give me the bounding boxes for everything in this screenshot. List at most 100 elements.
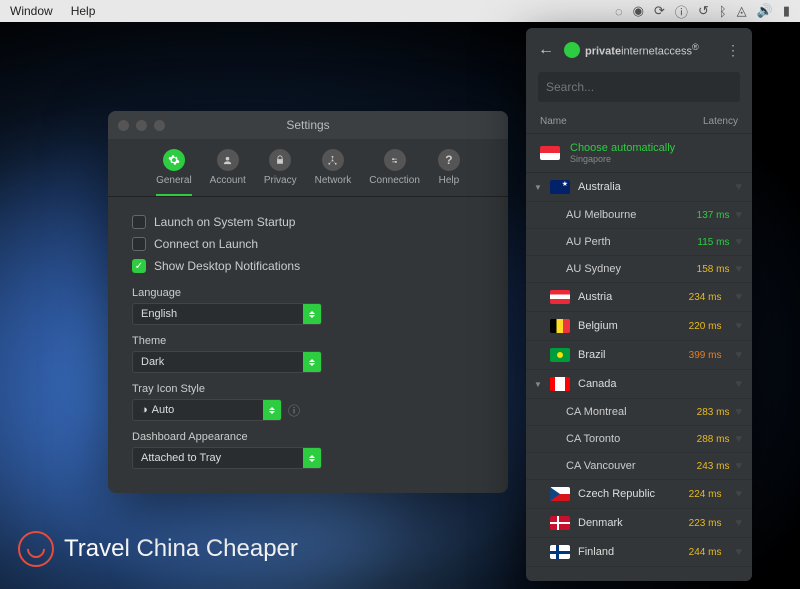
back-arrow-icon[interactable]: ← bbox=[538, 41, 554, 59]
favorite-icon[interactable]: ♥ bbox=[735, 406, 742, 418]
country-name: Belgium bbox=[578, 320, 618, 332]
kebab-menu-icon[interactable]: ⋮ bbox=[726, 42, 740, 59]
country-row[interactable]: Czech Republic224 ms♥ bbox=[526, 480, 752, 509]
favorite-icon[interactable]: ♥ bbox=[735, 236, 742, 248]
city-row[interactable]: AU Perth115 ms♥ bbox=[526, 229, 752, 256]
flag-icon bbox=[550, 180, 570, 194]
stepper-icon bbox=[303, 352, 321, 372]
language-label: Language bbox=[132, 287, 484, 299]
select-value: English bbox=[141, 308, 177, 320]
city-row[interactable]: CA Vancouver243 ms♥ bbox=[526, 453, 752, 480]
auto-subtitle: Singapore bbox=[570, 154, 675, 164]
menu-window[interactable]: Window bbox=[10, 4, 53, 18]
info-menubar-icon[interactable]: ⓘ bbox=[675, 2, 688, 21]
latency-value: 223 ms bbox=[689, 518, 722, 529]
settings-window: Settings General Account Privacy Network… bbox=[108, 111, 508, 493]
checkbox-launch-startup[interactable]: Launch on System Startup bbox=[132, 211, 484, 233]
stepper-icon bbox=[303, 448, 321, 468]
favorite-icon[interactable]: ♥ bbox=[735, 517, 742, 529]
favorite-icon[interactable]: ♥ bbox=[735, 546, 742, 558]
settings-title: Settings bbox=[108, 118, 508, 132]
country-row[interactable]: Austria234 ms♥ bbox=[526, 283, 752, 312]
country-name: Canada bbox=[578, 378, 617, 390]
tab-label: General bbox=[156, 175, 192, 186]
favorite-icon[interactable]: ♥ bbox=[735, 488, 742, 500]
volume-icon[interactable]: 🔊 bbox=[757, 3, 773, 19]
flag-icon bbox=[550, 377, 570, 391]
cloud-icon[interactable]: ◉ bbox=[633, 3, 644, 19]
column-latency: Latency bbox=[703, 116, 738, 127]
bluetooth-icon[interactable]: ᛒ bbox=[719, 4, 727, 19]
city-name: CA Vancouver bbox=[566, 460, 636, 472]
checkbox-connect-launch[interactable]: Connect on Launch bbox=[132, 233, 484, 255]
country-row[interactable]: Finland244 ms♥ bbox=[526, 538, 752, 567]
checkbox-desktop-notifications[interactable]: ✓ Show Desktop Notifications bbox=[132, 255, 484, 277]
settings-tabs: General Account Privacy Network Connecti… bbox=[108, 139, 508, 197]
latency-value: 288 ms bbox=[697, 434, 730, 445]
dashboard-select[interactable]: Attached to Tray bbox=[132, 447, 322, 469]
vpn-status-icon[interactable]: ◌ bbox=[615, 4, 623, 19]
city-row[interactable]: CA Toronto288 ms♥ bbox=[526, 426, 752, 453]
stepper-icon bbox=[303, 304, 321, 324]
favorite-icon[interactable]: ♥ bbox=[735, 263, 742, 275]
city-row[interactable]: AU Melbourne137 ms♥ bbox=[526, 202, 752, 229]
connection-icon bbox=[384, 149, 406, 171]
favorite-icon[interactable]: ♥ bbox=[735, 209, 742, 221]
dashboard-label: Dashboard Appearance bbox=[132, 431, 484, 443]
tab-connection[interactable]: Connection bbox=[369, 149, 420, 196]
latency-value: 158 ms bbox=[697, 264, 730, 275]
battery-icon[interactable]: ▮ bbox=[783, 3, 790, 19]
search-box[interactable] bbox=[538, 72, 740, 102]
tab-account[interactable]: Account bbox=[210, 149, 246, 196]
country-row[interactable]: Denmark223 ms♥ bbox=[526, 509, 752, 538]
menu-help[interactable]: Help bbox=[71, 4, 96, 18]
search-input[interactable] bbox=[546, 80, 732, 94]
city-row[interactable]: CA Montreal283 ms♥ bbox=[526, 399, 752, 426]
country-row[interactable]: Belgium220 ms♥ bbox=[526, 312, 752, 341]
favorite-icon[interactable]: ♥ bbox=[735, 181, 742, 193]
chevron-icon: ▼ bbox=[534, 380, 542, 389]
theme-select[interactable]: Dark bbox=[132, 351, 322, 373]
city-name: AU Perth bbox=[566, 236, 611, 248]
question-icon: ? bbox=[438, 149, 460, 171]
latency-value: 244 ms bbox=[689, 547, 722, 558]
sync-icon[interactable]: ⟳ bbox=[654, 3, 665, 19]
timemachine-icon[interactable]: ↺ bbox=[698, 3, 709, 19]
country-row[interactable]: ▼ Canada ♥ bbox=[526, 370, 752, 399]
country-row[interactable]: Brazil 399 ms ♥ bbox=[526, 341, 752, 370]
choose-automatically-row[interactable]: Choose automatically Singapore bbox=[526, 134, 752, 173]
flag-icon bbox=[540, 146, 560, 160]
city-row[interactable]: AU Sydney158 ms♥ bbox=[526, 256, 752, 283]
column-name: Name bbox=[540, 116, 567, 127]
checkbox-label: Connect on Launch bbox=[154, 237, 258, 251]
favorite-icon[interactable]: ♥ bbox=[735, 291, 742, 303]
settings-body: Launch on System Startup Connect on Laun… bbox=[108, 197, 508, 493]
tab-general[interactable]: General bbox=[156, 149, 192, 196]
info-icon[interactable]: ⓘ bbox=[288, 402, 300, 419]
flag-icon bbox=[550, 487, 570, 501]
settings-titlebar[interactable]: Settings bbox=[108, 111, 508, 139]
tab-help[interactable]: ? Help bbox=[438, 149, 460, 196]
system-menubar: Window Help ◌ ◉ ⟳ ⓘ ↺ ᛒ ◬ 🔊 ▮ bbox=[0, 0, 800, 22]
favorite-icon[interactable]: ♥ bbox=[735, 320, 742, 332]
gear-icon bbox=[163, 149, 185, 171]
country-name: Brazil bbox=[578, 349, 606, 361]
flag-icon bbox=[550, 516, 570, 530]
tab-privacy[interactable]: Privacy bbox=[264, 149, 297, 196]
auto-title: Choose automatically bbox=[570, 142, 675, 154]
latency-value: 399 ms bbox=[689, 350, 722, 361]
language-select[interactable]: English bbox=[132, 303, 322, 325]
favorite-icon[interactable]: ♥ bbox=[735, 460, 742, 472]
flag-icon bbox=[550, 545, 570, 559]
list-header: Name Latency bbox=[526, 110, 752, 134]
favorite-icon[interactable]: ♥ bbox=[735, 349, 742, 361]
favorite-icon[interactable]: ♥ bbox=[735, 433, 742, 445]
tray-icon-select[interactable]: ◑ Auto bbox=[132, 399, 282, 421]
tab-network[interactable]: Network bbox=[315, 149, 352, 196]
favorite-icon[interactable]: ♥ bbox=[735, 378, 742, 390]
server-list[interactable]: ▼Australia♥AU Melbourne137 ms♥AU Perth11… bbox=[526, 173, 752, 581]
country-name: Czech Republic bbox=[578, 488, 655, 500]
country-row[interactable]: ▼Australia♥ bbox=[526, 173, 752, 202]
checkbox-icon bbox=[132, 215, 146, 229]
wifi-icon[interactable]: ◬ bbox=[737, 3, 747, 19]
